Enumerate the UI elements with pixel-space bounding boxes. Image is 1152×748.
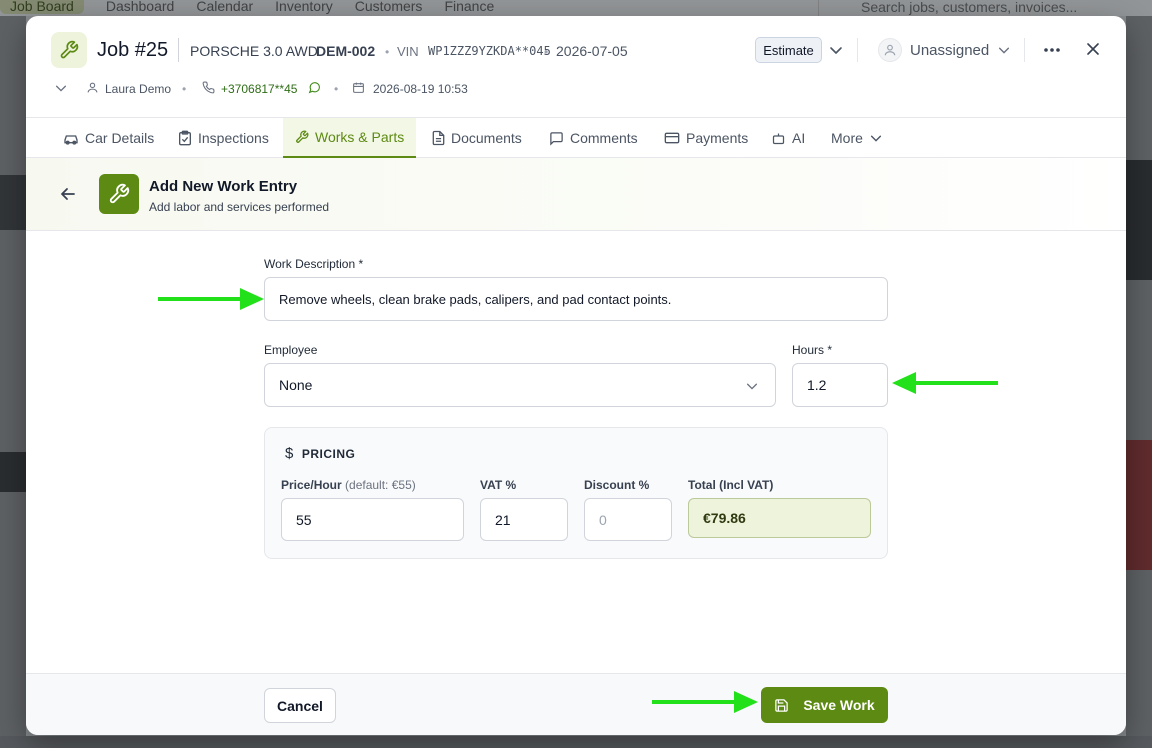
job-title: Job #25 xyxy=(97,39,169,61)
tab-car-details[interactable]: Car Details xyxy=(63,118,154,158)
save-icon xyxy=(775,698,789,712)
hours-label: Hours * xyxy=(792,343,833,357)
calendar-icon xyxy=(353,82,364,93)
save-work-button[interactable]: Save Work xyxy=(761,687,888,723)
job-header: Job #25 PORSCHE 3.0 AWD DEM-002 • VIN WP… xyxy=(26,16,1126,117)
work-entry-header: Add New Work Entry Add labor and service… xyxy=(26,158,1126,231)
cancel-button[interactable]: Cancel xyxy=(264,688,336,723)
close-icon[interactable] xyxy=(1083,38,1103,60)
chevron-down-icon[interactable] xyxy=(828,40,844,60)
pricing-title-label: PRICING xyxy=(301,446,356,461)
chevron-down-icon[interactable] xyxy=(54,81,68,95)
tab-label: More xyxy=(831,130,863,146)
divider xyxy=(178,38,179,62)
discount-label: Discount % xyxy=(584,478,650,492)
tab-documents[interactable]: Documents xyxy=(432,118,522,158)
hours-input[interactable]: 1.2 xyxy=(792,363,888,407)
price-label: Price/Hour (default: €55) xyxy=(281,478,416,492)
wrench-icon xyxy=(296,130,309,143)
price-hint: (default: €55) xyxy=(345,478,416,492)
tab-payments[interactable]: Payments xyxy=(664,118,748,158)
customer-name[interactable]: Laura Demo xyxy=(105,82,171,96)
arrow-left-icon[interactable] xyxy=(58,184,78,204)
separator-dot: • xyxy=(334,82,339,96)
assignee-label: Unassigned xyxy=(910,41,990,59)
separator-dot: • xyxy=(182,82,187,96)
vat-input[interactable]: 21 xyxy=(480,498,568,541)
total-value: €79.86 xyxy=(688,498,871,538)
phone-icon xyxy=(202,81,215,94)
dollar-icon: $ xyxy=(285,445,294,462)
car-icon xyxy=(64,135,78,145)
chevron-down-icon xyxy=(870,135,881,142)
wrench-icon xyxy=(99,174,139,214)
price-per-hour-input[interactable]: 55 xyxy=(281,498,464,541)
credit-card-icon xyxy=(664,132,680,144)
tab-label: Car Details xyxy=(85,130,155,146)
separator-dot: • xyxy=(544,45,549,59)
tab-inspections[interactable]: Inspections xyxy=(178,118,269,158)
wrench-icon xyxy=(51,32,87,68)
tab-works-parts[interactable]: Works & Parts xyxy=(283,118,417,158)
tab-label: Comments xyxy=(570,130,638,146)
tab-label: Payments xyxy=(686,130,749,146)
discount-input[interactable]: 0 xyxy=(584,498,672,541)
form-title: Add New Work Entry xyxy=(149,178,298,195)
car-model: PORSCHE 3.0 AWD xyxy=(190,43,318,59)
annotation-arrow-right xyxy=(652,691,758,713)
chevron-down-icon xyxy=(999,47,1010,54)
pricing-title: $ PRICING xyxy=(285,445,355,462)
total-label: Total (Incl VAT) xyxy=(688,478,774,492)
document-icon xyxy=(432,130,445,146)
comment-icon xyxy=(550,131,563,146)
price-label-text: Price/Hour xyxy=(281,478,342,492)
status-badge[interactable]: Estimate xyxy=(755,37,822,63)
separator-dot: • xyxy=(385,45,390,59)
whatsapp-icon[interactable] xyxy=(308,81,321,94)
modal-footer: Cancel Save Work xyxy=(26,673,1126,735)
phone-number[interactable]: +3706817**45 xyxy=(221,82,297,96)
chevron-down-icon xyxy=(746,383,758,390)
robot-icon xyxy=(772,133,785,144)
tab-comments[interactable]: Comments xyxy=(549,118,638,158)
appointment-datetime: 2026-08-19 10:53 xyxy=(373,82,468,96)
form-subtitle: Add labor and services performed xyxy=(149,200,330,214)
user-icon xyxy=(87,82,98,93)
description-label: Work Description * xyxy=(264,257,364,271)
annotation-arrow-right xyxy=(158,288,264,310)
annotation-arrow-left xyxy=(892,372,998,394)
tab-ai[interactable]: AI xyxy=(771,118,805,158)
job-tabs: Car Details Inspections Works & Parts Do… xyxy=(26,117,1126,158)
tab-label: Inspections xyxy=(198,130,269,146)
divider xyxy=(857,38,858,62)
work-description-input[interactable]: Remove wheels, clean brake pads, caliper… xyxy=(264,277,888,321)
user-icon xyxy=(878,38,902,62)
license-plate: DEM-002 xyxy=(316,43,376,59)
save-label: Save Work xyxy=(803,697,875,713)
tab-label: Works & Parts xyxy=(315,129,405,145)
more-options-icon[interactable] xyxy=(1040,40,1064,60)
employee-label: Employee xyxy=(264,343,318,357)
tab-more[interactable]: More xyxy=(831,118,883,158)
vat-label: VAT % xyxy=(480,478,517,492)
vin-label: VIN xyxy=(397,44,419,59)
employee-value: None xyxy=(279,377,313,393)
assignee-select[interactable]: Unassigned xyxy=(878,38,1011,62)
job-date: 2026-07-05 xyxy=(556,43,628,59)
tab-label: AI xyxy=(792,130,806,146)
vin-value: WP1ZZZ9YZKDA**045 xyxy=(428,44,551,58)
employee-select[interactable]: None xyxy=(264,363,776,407)
tab-label: Documents xyxy=(451,130,522,146)
divider xyxy=(1024,38,1025,62)
clipboard-check-icon xyxy=(179,130,191,146)
